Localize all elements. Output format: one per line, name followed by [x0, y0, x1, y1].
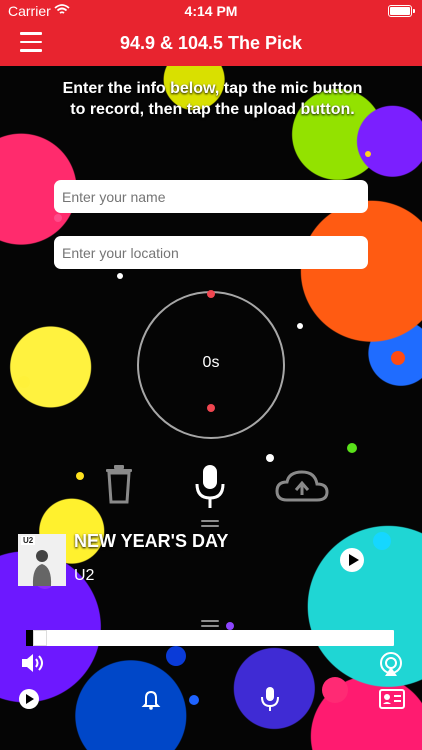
progress-knob[interactable]	[33, 630, 47, 646]
microphone-icon[interactable]	[260, 686, 280, 717]
recording-timer-ring: 0s	[137, 290, 285, 439]
trash-icon[interactable]	[104, 464, 134, 509]
contact-card-icon[interactable]	[379, 689, 405, 714]
timer-top-dot	[207, 290, 215, 298]
track-title: NEW YEAR'S DAY	[74, 531, 229, 551]
status-time: 4:14 PM	[184, 3, 238, 19]
album-art: U2	[18, 534, 66, 586]
album-figure	[32, 550, 52, 586]
battery-icon	[388, 5, 415, 17]
now-playing: U2 NEW YEAR'S DAY U2	[18, 531, 398, 586]
progress-fill	[26, 630, 33, 646]
page-title: 94.9 & 104.5 The Pick	[119, 33, 303, 53]
panel-drag-handle[interactable]	[201, 520, 219, 530]
progress-slider[interactable]	[26, 630, 394, 646]
play-circle-icon[interactable]	[340, 548, 364, 572]
bell-icon[interactable]	[140, 688, 162, 715]
cloud-upload-icon[interactable]	[275, 470, 329, 511]
track-artist: U2	[74, 567, 95, 584]
timer-center-dot	[207, 404, 215, 412]
play-circle-icon[interactable]	[18, 688, 40, 715]
airplay-icon[interactable]	[378, 651, 404, 682]
location-input[interactable]	[54, 236, 368, 269]
name-input[interactable]	[54, 180, 368, 213]
album-badge: U2	[21, 536, 36, 545]
volume-icon[interactable]	[20, 651, 46, 680]
status-bar: Carrier 4:14 PM	[0, 0, 422, 22]
playback-drag-handle[interactable]	[201, 620, 219, 630]
recording-timer: 0s	[202, 354, 220, 371]
microphone-icon[interactable]	[194, 464, 226, 517]
nav-bar: 94.9 & 104.5 The Pick	[0, 22, 422, 66]
instructions-text: Enter the info below, tap the mic button…	[62, 80, 363, 118]
recording-controls	[0, 464, 422, 516]
